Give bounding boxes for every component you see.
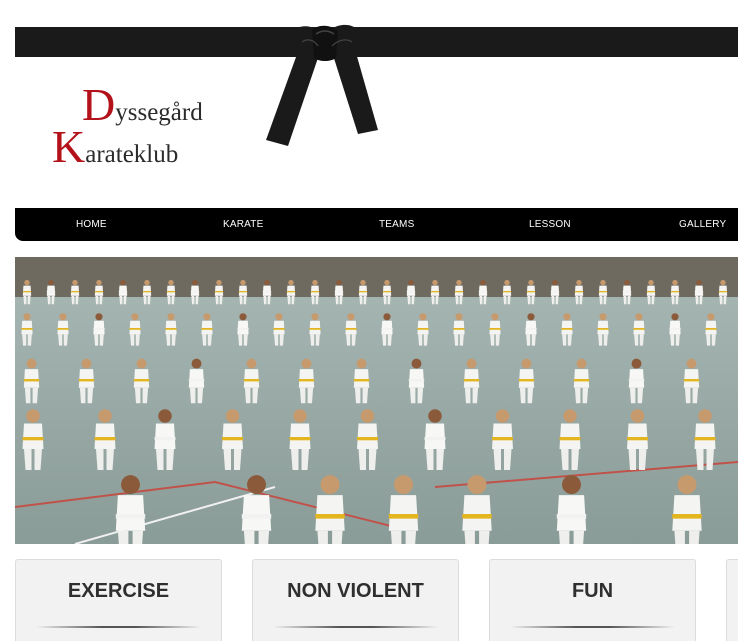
main-nav: HOME KARATE TEAMS LESSON GALLERY (15, 208, 738, 241)
nav-item-home[interactable]: HOME (76, 208, 107, 241)
feature-divider (273, 626, 438, 628)
logo-initial-k: K (52, 121, 86, 172)
logo-text-2: arateklub (85, 141, 179, 168)
feature-box-non-violent[interactable]: NON VIOLENT (252, 559, 459, 641)
hero-photo (15, 257, 738, 544)
feature-title: FUN (571, 580, 614, 602)
black-belt-icon (266, 24, 378, 146)
page: Dyssegård Karateklub HOME KARATE TEAMS L… (0, 0, 738, 641)
logo-line-2: Karateklub (52, 120, 178, 173)
feature-box-exercise[interactable]: EXERCISE (15, 559, 222, 641)
feature-title: EXERCISE (67, 580, 170, 602)
club-logo[interactable]: Dyssegård Karateklub (52, 78, 242, 174)
nav-item-teams[interactable]: TEAMS (379, 208, 414, 241)
nav-item-gallery[interactable]: GALLERY (679, 208, 726, 241)
nav-item-lesson[interactable]: LESSON (529, 208, 571, 241)
hero-photo-illustration (15, 257, 738, 544)
feature-divider (36, 626, 201, 628)
feature-title: NON VIOLENT (287, 580, 424, 602)
nav-item-karate[interactable]: KARATE (223, 208, 263, 241)
feature-box-partial[interactable] (726, 559, 738, 641)
feature-box-fun[interactable]: FUN (489, 559, 696, 641)
feature-divider (510, 626, 675, 628)
